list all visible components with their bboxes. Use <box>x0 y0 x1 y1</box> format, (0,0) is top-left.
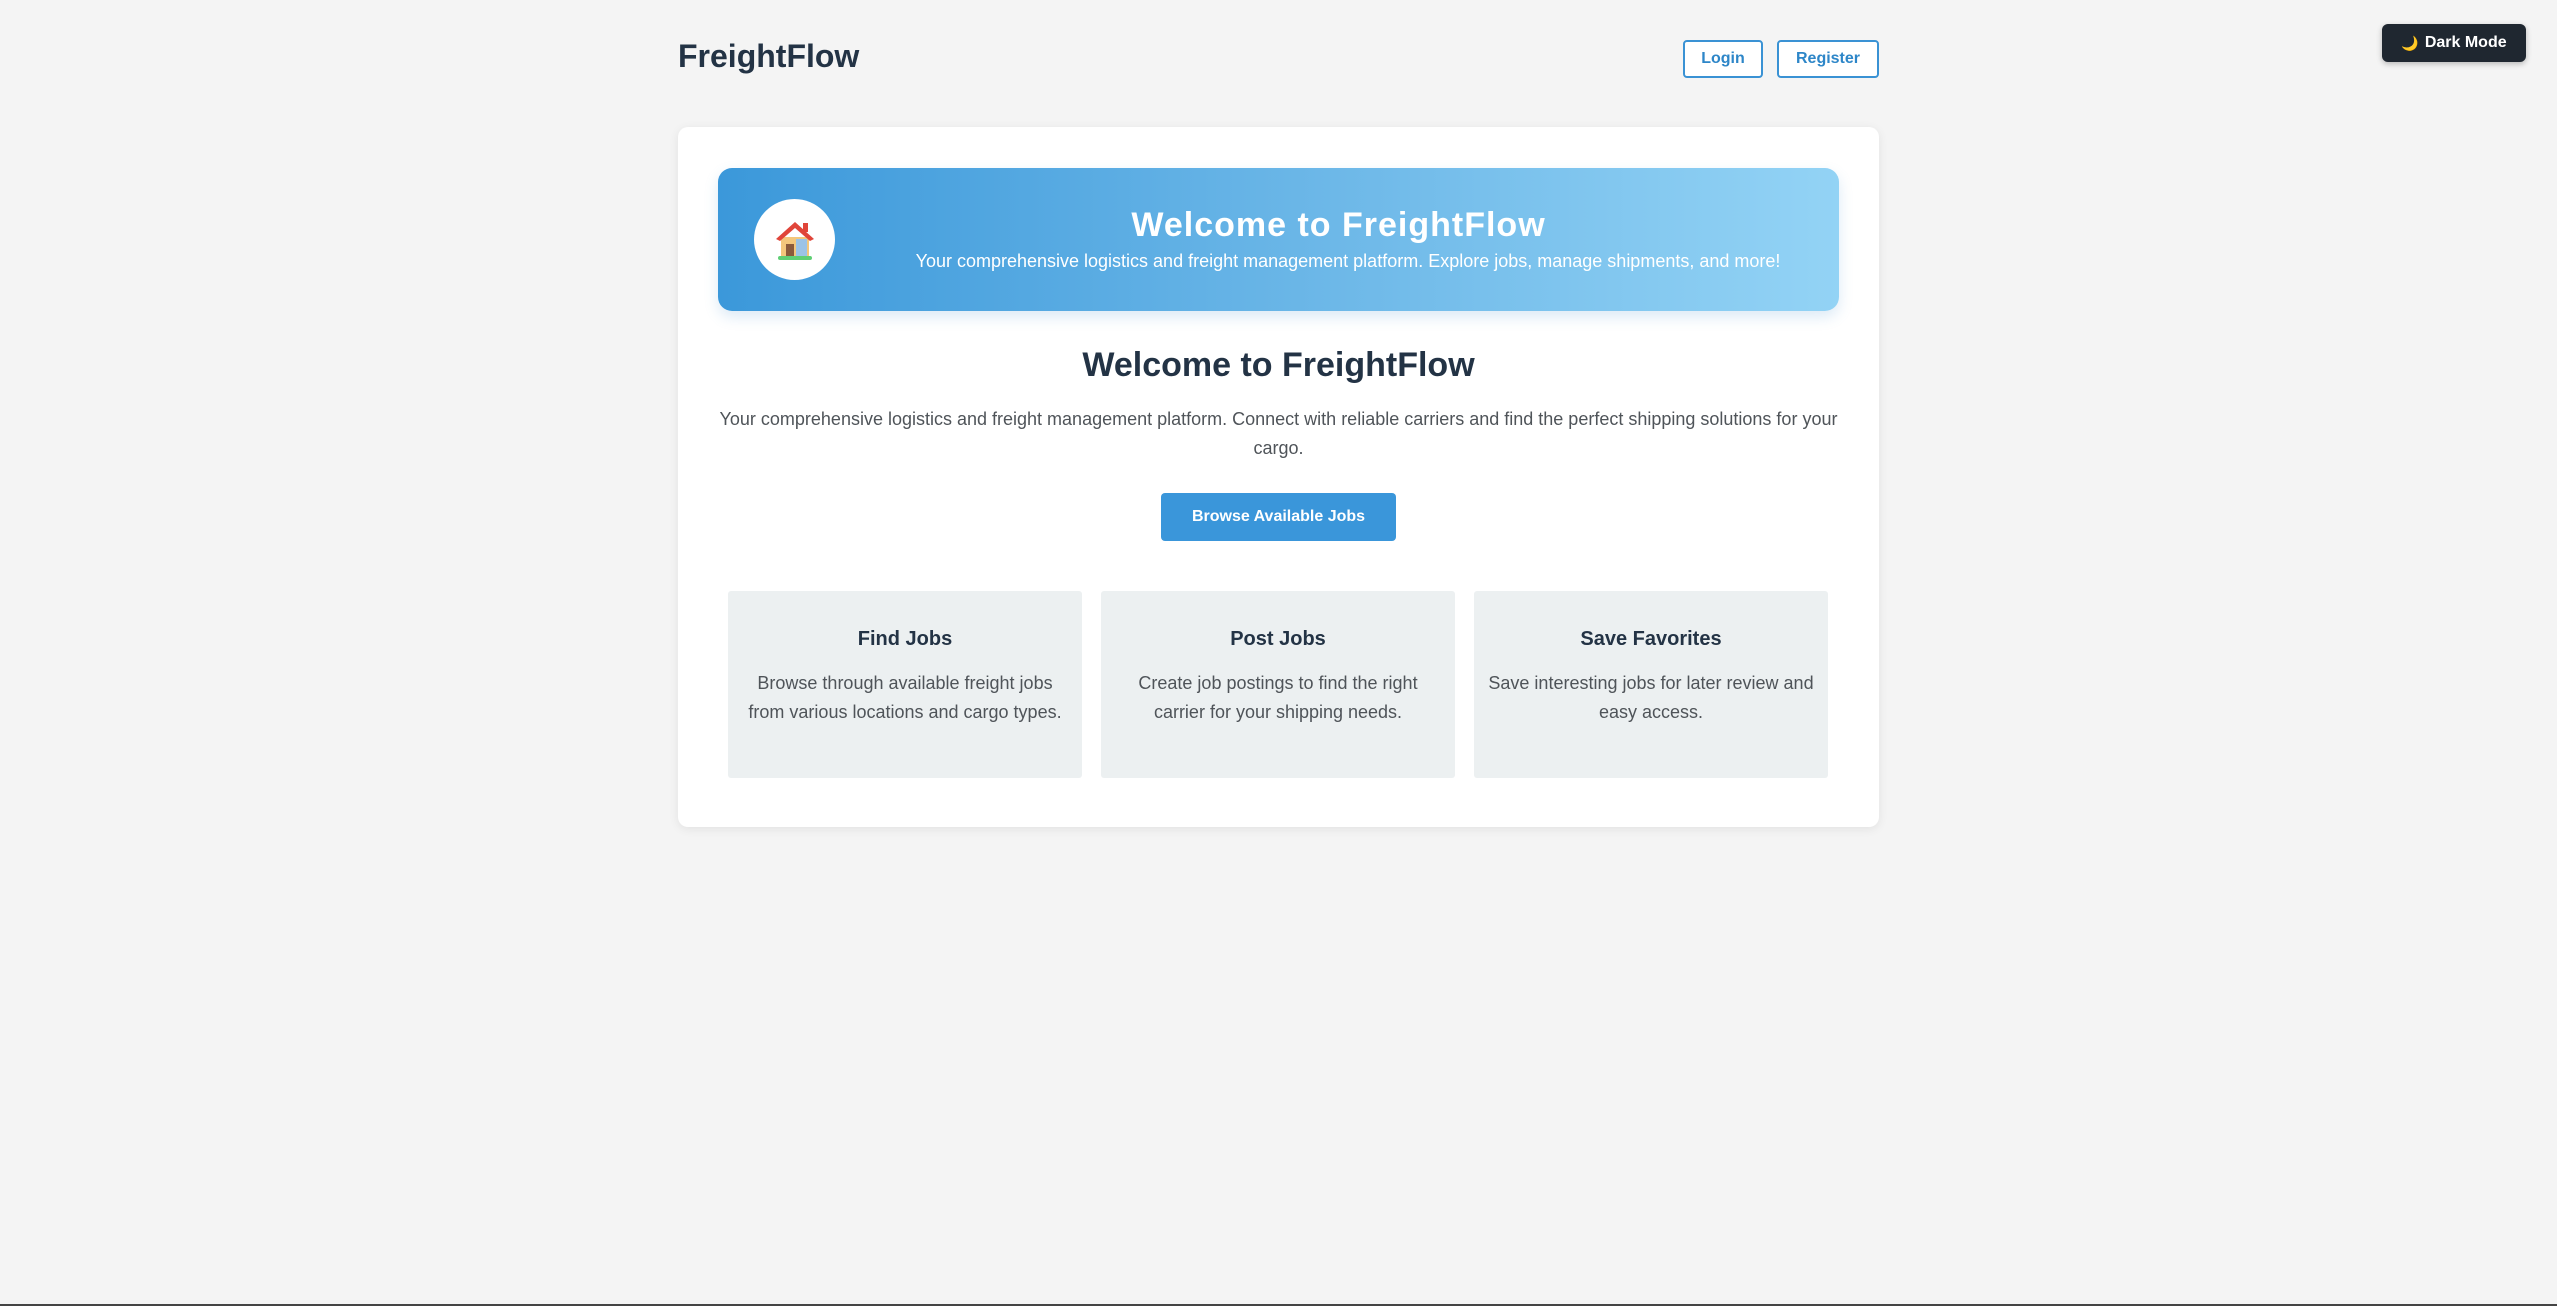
moon-icon: 🌙 <box>2401 34 2419 51</box>
hero-title-text: Welcome to FreightFlow <box>1131 206 1546 244</box>
main-card: Welcome to FreightFlow Your comprehensiv… <box>678 127 1879 827</box>
feature-title: Save Favorites <box>1580 628 1722 650</box>
feature-title: Find Jobs <box>857 628 953 650</box>
dark-mode-label: Dark Mode <box>2424 34 2507 51</box>
brand-logo[interactable]: FreightFlow <box>678 38 859 75</box>
hero-title: Welcome to FreightFlow <box>718 206 1839 245</box>
feature-description: Save interesting jobs for later review a… <box>1488 673 1814 722</box>
feature-title: Post Jobs <box>1230 628 1326 650</box>
browse-jobs-button[interactable]: Browse Available Jobs <box>1161 493 1396 541</box>
register-button[interactable]: Register <box>1777 40 1879 78</box>
page-description: Your comprehensive logistics and freight… <box>719 409 1838 458</box>
feature-card-post-jobs: Post Jobs Create job postings to find th… <box>1101 591 1455 778</box>
dark-mode-toggle[interactable]: 🌙 Dark Mode <box>2382 24 2526 62</box>
welcome-banner: Welcome to FreightFlow Your comprehensiv… <box>718 168 1839 311</box>
login-button[interactable]: Login <box>1683 40 1763 78</box>
feature-card-find-jobs: Find Jobs Browse through available freig… <box>728 591 1082 778</box>
hero-subtitle: Your comprehensive logistics and freight… <box>915 251 1781 271</box>
feature-description: Browse through available freight jobs fr… <box>748 673 1062 722</box>
feature-description: Create job postings to find the right ca… <box>1138 673 1418 722</box>
page-title: Welcome to FreightFlow <box>1082 346 1475 384</box>
page: 🌙 Dark Mode FreightFlow Login Register W… <box>0 0 2557 1306</box>
feature-card-save-favorites: Save Favorites Save interesting jobs for… <box>1474 591 1828 778</box>
